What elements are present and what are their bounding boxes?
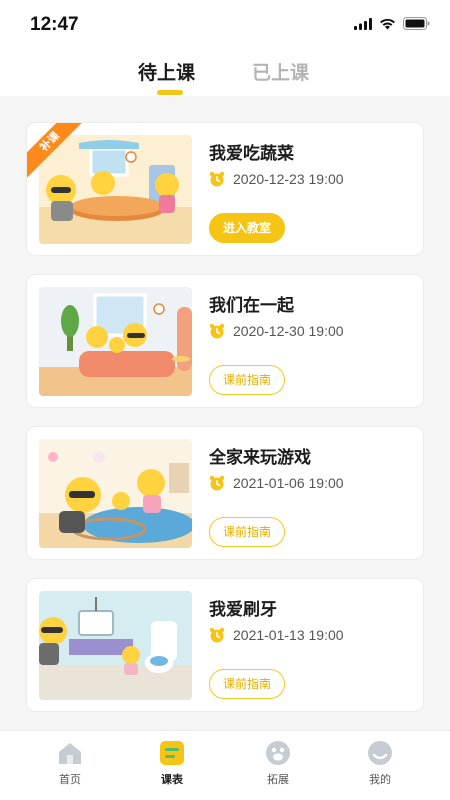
lesson-time-text: 2021-01-13 19:00 (233, 627, 344, 643)
lesson-list: 补课 我爱吃蔬菜 2020-12-23 19:00 进入教室 我们在一起 202… (26, 122, 424, 730)
lesson-thumbnail (39, 439, 192, 548)
lesson-time: 2021-01-06 19:00 (209, 475, 344, 491)
nav-item-schedule[interactable]: 课表 (132, 739, 212, 787)
alarm-clock-icon (209, 323, 225, 339)
status-time: 12:47 (30, 14, 79, 35)
nav-label: 首页 (59, 773, 81, 786)
nav-label: 课表 (161, 773, 183, 786)
lesson-card[interactable]: 全家来玩游戏 2021-01-06 19:00 课前指南 (26, 426, 424, 560)
profile-icon (368, 741, 392, 765)
nav-label: 我的 (369, 773, 391, 786)
lesson-title: 我爱吃蔬菜 (209, 144, 294, 164)
enter-classroom-button[interactable]: 进入教室 (209, 213, 286, 243)
schedule-tabs: 待上课 已上课 (0, 50, 450, 96)
battery-icon (403, 17, 430, 30)
signal-icon (354, 17, 372, 30)
bottom-nav: 首页 课表 拓展 我的 (0, 730, 450, 800)
lesson-time-text: 2021-01-06 19:00 (233, 475, 344, 491)
lesson-thumbnail (39, 287, 192, 396)
tab-upcoming[interactable]: 待上课 (138, 58, 195, 85)
lesson-thumbnail (39, 135, 192, 244)
schedule-icon (160, 741, 184, 765)
lesson-time: 2021-01-13 19:00 (209, 627, 344, 643)
alarm-clock-icon (209, 171, 225, 187)
lesson-title: 我爱刷牙 (209, 600, 277, 620)
lesson-time-text: 2020-12-30 19:00 (233, 323, 344, 339)
nav-item-profile[interactable]: 我的 (340, 739, 420, 787)
expand-icon (266, 741, 290, 765)
wifi-icon (380, 18, 395, 29)
nav-item-home[interactable]: 首页 (30, 739, 110, 787)
status-icons (354, 17, 430, 30)
lesson-guide-button[interactable]: 课前指南 (209, 365, 286, 395)
lesson-card[interactable]: 我们在一起 2020-12-30 19:00 课前指南 (26, 274, 424, 408)
tab-attended[interactable]: 已上课 (252, 58, 309, 85)
lesson-time: 2020-12-23 19:00 (209, 171, 344, 187)
lesson-title: 全家来玩游戏 (209, 448, 311, 468)
lesson-time: 2020-12-30 19:00 (209, 323, 344, 339)
lesson-guide-button[interactable]: 课前指南 (209, 669, 286, 699)
nav-item-expand[interactable]: 拓展 (238, 739, 318, 787)
lesson-card[interactable]: 补课 我爱吃蔬菜 2020-12-23 19:00 进入教室 (26, 122, 424, 256)
nav-label: 拓展 (267, 773, 289, 786)
lesson-card[interactable]: 我爱刷牙 2021-01-13 19:00 课前指南 (26, 578, 424, 712)
alarm-clock-icon (209, 627, 225, 643)
lesson-guide-button[interactable]: 课前指南 (209, 517, 286, 547)
home-icon (59, 743, 81, 764)
lesson-title: 我们在一起 (209, 296, 294, 316)
tab-indicator (157, 90, 183, 95)
lesson-thumbnail (39, 591, 192, 700)
status-bar: 12:47 (0, 0, 450, 50)
lesson-time-text: 2020-12-23 19:00 (233, 171, 344, 187)
alarm-clock-icon (209, 475, 225, 491)
